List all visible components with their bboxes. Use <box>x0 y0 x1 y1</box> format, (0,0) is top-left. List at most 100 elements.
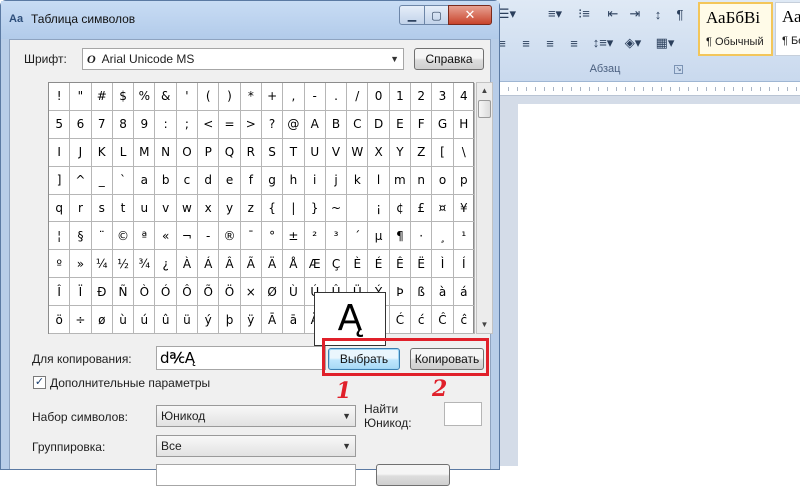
char-cell[interactable]: Õ <box>198 278 220 307</box>
char-cell[interactable]: Ò <box>134 278 156 307</box>
char-cell[interactable]: À <box>176 250 199 279</box>
pilcrow-icon[interactable]: ¶ <box>670 4 690 24</box>
char-cell[interactable]: Ç <box>325 250 348 279</box>
char-cell[interactable]: Æ <box>304 250 326 279</box>
char-cell[interactable]: Ó <box>155 278 177 307</box>
char-cell[interactable]: 8 <box>112 110 135 139</box>
char-cell[interactable]: ! <box>49 83 71 111</box>
char-cell[interactable]: ß <box>411 278 433 307</box>
char-cell[interactable]: ÷ <box>70 306 92 335</box>
search-button-partial[interactable] <box>376 464 450 486</box>
unicode-search-input[interactable] <box>444 402 482 426</box>
char-cell[interactable]: Y <box>389 138 412 167</box>
char-cell[interactable]: Î <box>49 278 71 307</box>
char-cell[interactable]: Ï <box>70 278 92 307</box>
char-cell[interactable]: Ö <box>219 278 241 307</box>
char-cell[interactable]: µ <box>368 222 390 251</box>
char-cell[interactable]: L <box>112 138 135 167</box>
char-cell[interactable]: & <box>155 83 177 111</box>
char-cell[interactable]: § <box>70 222 92 251</box>
char-cell[interactable]: e <box>219 166 241 195</box>
char-cell[interactable]: ¤ <box>432 194 454 223</box>
char-cell[interactable]: [ <box>432 138 454 167</box>
char-cell[interactable]: ½ <box>112 250 135 279</box>
char-cell[interactable]: ¿ <box>155 250 177 279</box>
char-cell[interactable]: # <box>91 83 113 111</box>
char-cell[interactable]: È <box>347 250 369 279</box>
char-cell[interactable]: Ñ <box>112 278 135 307</box>
char-cell[interactable]: 1 <box>389 83 412 111</box>
grouping-select[interactable]: Все ▼ <box>156 435 356 457</box>
char-cell[interactable]: C <box>347 110 369 139</box>
style-normal[interactable]: АаБбВі ¶ Обычный <box>698 2 773 56</box>
shading-icon[interactable]: ◈▾ <box>618 33 648 53</box>
search-field-partial[interactable] <box>156 464 356 486</box>
font-select[interactable]: O Arial Unicode MS ▼ <box>82 48 404 70</box>
char-cell[interactable]: i <box>304 166 326 195</box>
char-cell[interactable]: ' <box>176 83 199 111</box>
char-cell[interactable]: V <box>325 138 348 167</box>
char-cell[interactable]: ; <box>176 110 199 139</box>
borders-icon[interactable]: ▦▾ <box>650 33 680 53</box>
char-cell[interactable]: O <box>176 138 199 167</box>
document-page[interactable] <box>518 104 800 482</box>
char-cell[interactable]: X <box>368 138 390 167</box>
char-cell[interactable]: © <box>112 222 135 251</box>
char-cell[interactable]: ¯ <box>240 222 262 251</box>
char-cell[interactable]: j <box>325 166 348 195</box>
char-cell[interactable]: Ð <box>91 278 113 307</box>
char-cell[interactable]: $ <box>112 83 135 111</box>
char-cell[interactable]: ¨ <box>91 222 113 251</box>
characters-to-copy-input[interactable]: d℀Ą <box>156 346 326 370</box>
char-cell[interactable]: 9 <box>134 110 156 139</box>
char-cell[interactable]: m <box>389 166 412 195</box>
char-cell[interactable]: Å <box>283 250 305 279</box>
char-cell[interactable]: Ê <box>389 250 412 279</box>
char-cell[interactable]: ) <box>219 83 241 111</box>
char-cell[interactable]: ¹ <box>453 222 475 251</box>
char-cell[interactable]: ü <box>176 306 199 335</box>
grid-scrollbar[interactable]: ▲ ▼ <box>476 82 493 334</box>
sort-icon[interactable]: ↕ <box>648 4 668 24</box>
char-cell[interactable]: " <box>70 83 92 111</box>
char-cell[interactable]: , <box>283 83 305 111</box>
char-cell[interactable]: 5 <box>49 110 71 139</box>
char-cell[interactable]: ý <box>198 306 220 335</box>
char-cell[interactable]: B <box>325 110 348 139</box>
char-cell[interactable]: Ä <box>261 250 284 279</box>
char-cell[interactable]: à <box>432 278 454 307</box>
char-cell[interactable]: ¥ <box>453 194 475 223</box>
char-cell[interactable]: á <box>453 278 475 307</box>
char-cell[interactable]: h <box>283 166 305 195</box>
char-cell[interactable] <box>347 194 369 223</box>
char-cell[interactable]: l <box>368 166 390 195</box>
char-cell[interactable]: Á <box>198 250 220 279</box>
char-cell[interactable]: z <box>240 194 262 223</box>
char-cell[interactable]: ª <box>134 222 156 251</box>
char-cell[interactable]: ^ <box>70 166 92 195</box>
increase-indent-icon[interactable]: ⇥ <box>624 4 646 24</box>
align-center-icon[interactable]: ≡ <box>516 33 536 53</box>
char-cell[interactable]: ´ <box>347 222 369 251</box>
char-cell[interactable]: » <box>70 250 92 279</box>
char-cell[interactable]: Þ <box>389 278 412 307</box>
char-cell[interactable]: ¼ <box>91 250 113 279</box>
char-cell[interactable]: Ø <box>261 278 284 307</box>
char-cell[interactable]: _ <box>91 166 113 195</box>
char-cell[interactable]: @ <box>283 110 305 139</box>
char-cell[interactable]: º <box>49 250 71 279</box>
scroll-down-icon[interactable]: ▼ <box>477 317 492 333</box>
char-cell[interactable]: ¡ <box>368 194 390 223</box>
scroll-up-icon[interactable]: ▲ <box>477 83 492 99</box>
char-cell[interactable]: { <box>261 194 284 223</box>
char-cell[interactable]: | <box>283 194 305 223</box>
character-grid[interactable]: ! " # $% & '() * +, -./0 1 2 3 4 5 6 7 8 9:; < = >? @ A B C D E F G H… <box>48 82 475 335</box>
char-cell[interactable]: Ë <box>411 250 433 279</box>
char-cell[interactable]: £ <box>411 194 433 223</box>
char-cell[interactable]: < <box>198 110 220 139</box>
char-cell[interactable]: 4 <box>453 83 475 111</box>
char-cell[interactable]: Z <box>411 138 433 167</box>
char-cell[interactable]: n <box>411 166 433 195</box>
char-cell[interactable]: * <box>240 83 262 111</box>
justify-icon[interactable]: ≡ <box>564 33 584 53</box>
